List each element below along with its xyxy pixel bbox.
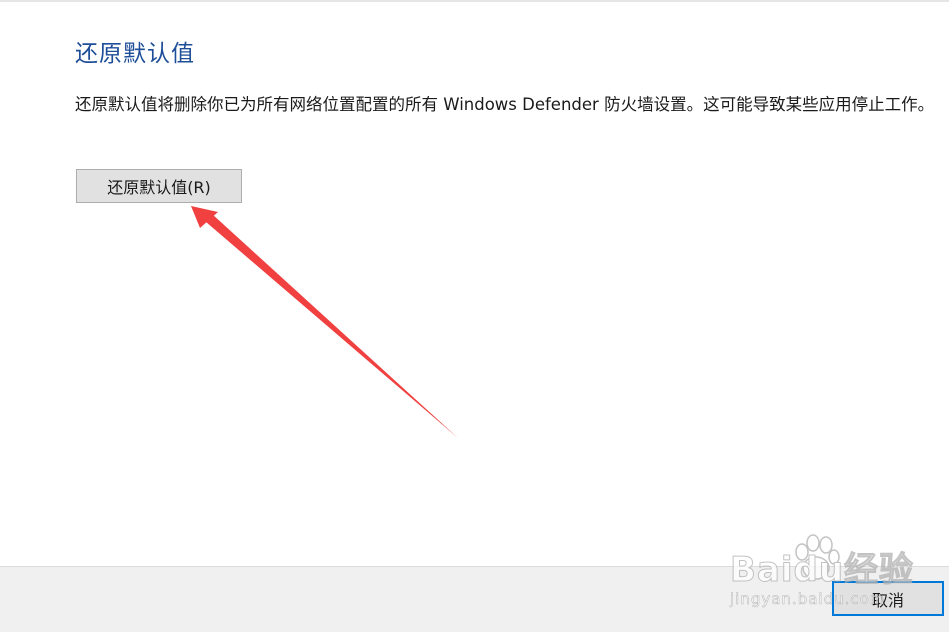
top-divider: [0, 0, 949, 2]
arrow-shaft: [206, 214, 458, 438]
footer-bar: [0, 566, 949, 632]
dialog-window: 还原默认值 还原默认值将删除你已为所有网络位置配置的所有 Windows Def…: [0, 0, 949, 632]
arrow-head: [191, 206, 218, 228]
cancel-button[interactable]: 取消: [832, 581, 944, 616]
restore-defaults-button[interactable]: 还原默认值(R): [76, 169, 242, 203]
page-title: 还原默认值: [75, 41, 195, 67]
description-text: 还原默认值将删除你已为所有网络位置配置的所有 Windows Defender …: [75, 95, 935, 114]
